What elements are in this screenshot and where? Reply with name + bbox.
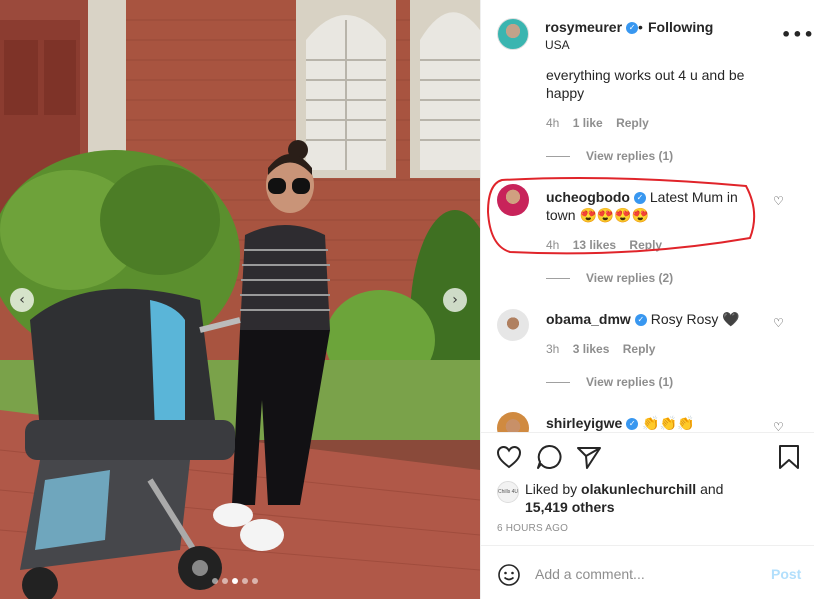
comment-author[interactable]: shirleyigwe [546,415,622,431]
photo-scene [0,0,480,599]
comment-author[interactable]: ucheogbodo [546,189,630,205]
divider-line [546,156,570,158]
verified-badge-icon: ✓ [634,192,646,205]
share-paper-plane-icon[interactable] [575,443,603,471]
reply-button[interactable]: Reply [629,238,662,252]
comment-meta: 4h 13 likes Reply [546,238,662,252]
post-comment-button[interactable]: Post [771,566,801,582]
view-replies-label[interactable]: View replies (1) [586,375,673,389]
comment-likes[interactable]: 13 likes [573,238,616,252]
reply-button[interactable]: Reply [623,342,656,356]
comment-time: 3h [546,342,560,356]
liker-avatar[interactable]: Chills 4U [497,481,519,503]
carousel-dot [232,578,238,584]
carousel-dot [222,578,228,584]
like-comment-heart-icon[interactable]: ♡ [773,194,784,208]
comment-likes[interactable]: 1 like [573,116,603,130]
view-replies-label[interactable]: View replies (1) [586,149,673,163]
add-comment-input[interactable] [535,562,755,586]
commenter-avatar[interactable] [497,184,529,216]
comment-text: obama_dmw ✓ Rosy Rosy 🖤 [546,310,766,328]
liked-by-prefix: Liked by [525,481,578,497]
comment-meta: 3h 3 likes Reply [546,342,655,356]
liked-by-and: and [700,481,724,497]
save-bookmark-icon[interactable] [775,443,803,471]
divider-line [546,382,570,384]
like-heart-icon[interactable] [495,443,523,471]
view-replies-button[interactable]: View replies (2) [546,271,673,285]
comment-text: shirleyigwe ✓ 👏👏👏 [546,414,766,432]
verified-badge-icon: ✓ [626,418,639,431]
carousel-dot [242,578,248,584]
commenter-avatar[interactable] [497,309,529,341]
author-avatar[interactable] [497,18,529,50]
header-separator: • [638,19,643,35]
post-actions: Chills 4U Liked by olakunlechurchill and… [481,432,814,599]
following-button[interactable]: Following [648,19,713,35]
liked-by-text: Liked by olakunlechurchill and 15,419 ot… [525,480,765,516]
comment-body: Rosy Rosy 🖤 [650,311,740,327]
comment-author[interactable]: obama_dmw [546,311,631,327]
more-options-icon[interactable]: ••• [781,25,814,44]
commenter-avatar[interactable] [497,412,529,432]
like-comment-heart-icon[interactable]: ♡ [773,420,784,432]
post-timestamp[interactable]: 6 HOURS AGO [497,523,568,534]
comment-form: Post [481,545,814,599]
carousel-dot [252,578,258,584]
liked-by-username[interactable]: olakunlechurchill [581,481,696,497]
view-replies-label[interactable]: View replies (2) [586,271,673,285]
liker-avatar-text: Chills 4U [498,489,519,495]
comment-meta: 4h 1 like Reply [546,116,649,130]
divider-line [546,278,570,280]
comment-time: 4h [546,238,560,252]
author-username[interactable]: rosymeurer ✓ [545,19,639,35]
verified-badge-icon: ✓ [626,22,639,35]
comment-bubble-icon[interactable] [535,443,563,471]
comment-likes[interactable]: 3 likes [573,342,610,356]
like-comment-heart-icon[interactable]: ♡ [773,316,784,330]
post-sidebar: rosymeurer ✓ • Following USA ••• everythi… [480,0,814,599]
comment-text: ucheogbodo ✓ Latest Mum in town 😍😍😍😍 [546,188,766,224]
likes-count-link[interactable]: 15,419 others [525,499,615,515]
post-location[interactable]: USA [545,38,570,52]
comment-body: 👏👏👏 [642,415,695,431]
post-photo[interactable]: ‹ › [0,0,480,599]
comment-time: 4h [546,116,560,130]
reply-button[interactable]: Reply [616,116,649,130]
view-replies-button[interactable]: View replies (1) [546,149,673,163]
chevron-right-icon[interactable]: › [443,288,467,312]
carousel-dots [212,578,258,584]
view-replies-button[interactable]: View replies (1) [546,375,673,389]
author-username-text[interactable]: rosymeurer [545,19,622,35]
comment-text: everything works out 4 u and be happy [546,67,745,101]
chevron-left-icon[interactable]: ‹ [10,288,34,312]
carousel-dot [212,578,218,584]
emoji-icon[interactable] [497,563,521,587]
verified-badge-icon: ✓ [634,314,647,327]
comments-list[interactable]: everything works out 4 u and be happy 4h… [481,58,814,432]
